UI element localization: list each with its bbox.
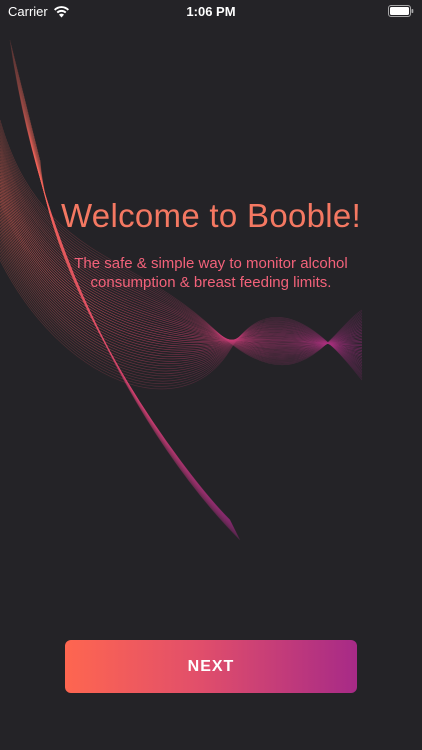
wave-line — [26, 106, 235, 530]
wave-line — [25, 103, 235, 530]
welcome-subtitle: The safe & simple way to monitor alcohol… — [74, 255, 348, 291]
wave-line — [16, 66, 238, 536]
wave-line — [25, 101, 236, 530]
status-bar: Carrier 1:06 PM — [0, 0, 422, 24]
wave-line — [0, 144, 363, 357]
wave-line — [0, 135, 363, 360]
wave-line — [22, 90, 236, 532]
wave-line — [13, 53, 240, 538]
welcome-screen: Carrier 1:06 PM Welcome to Booble! The s… — [0, 0, 422, 750]
welcome-title: Welcome to Booble! — [60, 197, 362, 234]
wave-line — [18, 74, 238, 535]
wave-line — [13, 55, 239, 538]
next-button[interactable]: NEXT — [65, 640, 357, 693]
wave-line — [17, 69, 238, 536]
wave-line — [19, 79, 237, 534]
wave-line — [21, 87, 237, 533]
decorative-wave-lines — [0, 39, 363, 541]
wave-line — [23, 93, 236, 532]
battery-full-icon — [388, 5, 414, 17]
status-time: 1:06 PM — [186, 4, 236, 19]
